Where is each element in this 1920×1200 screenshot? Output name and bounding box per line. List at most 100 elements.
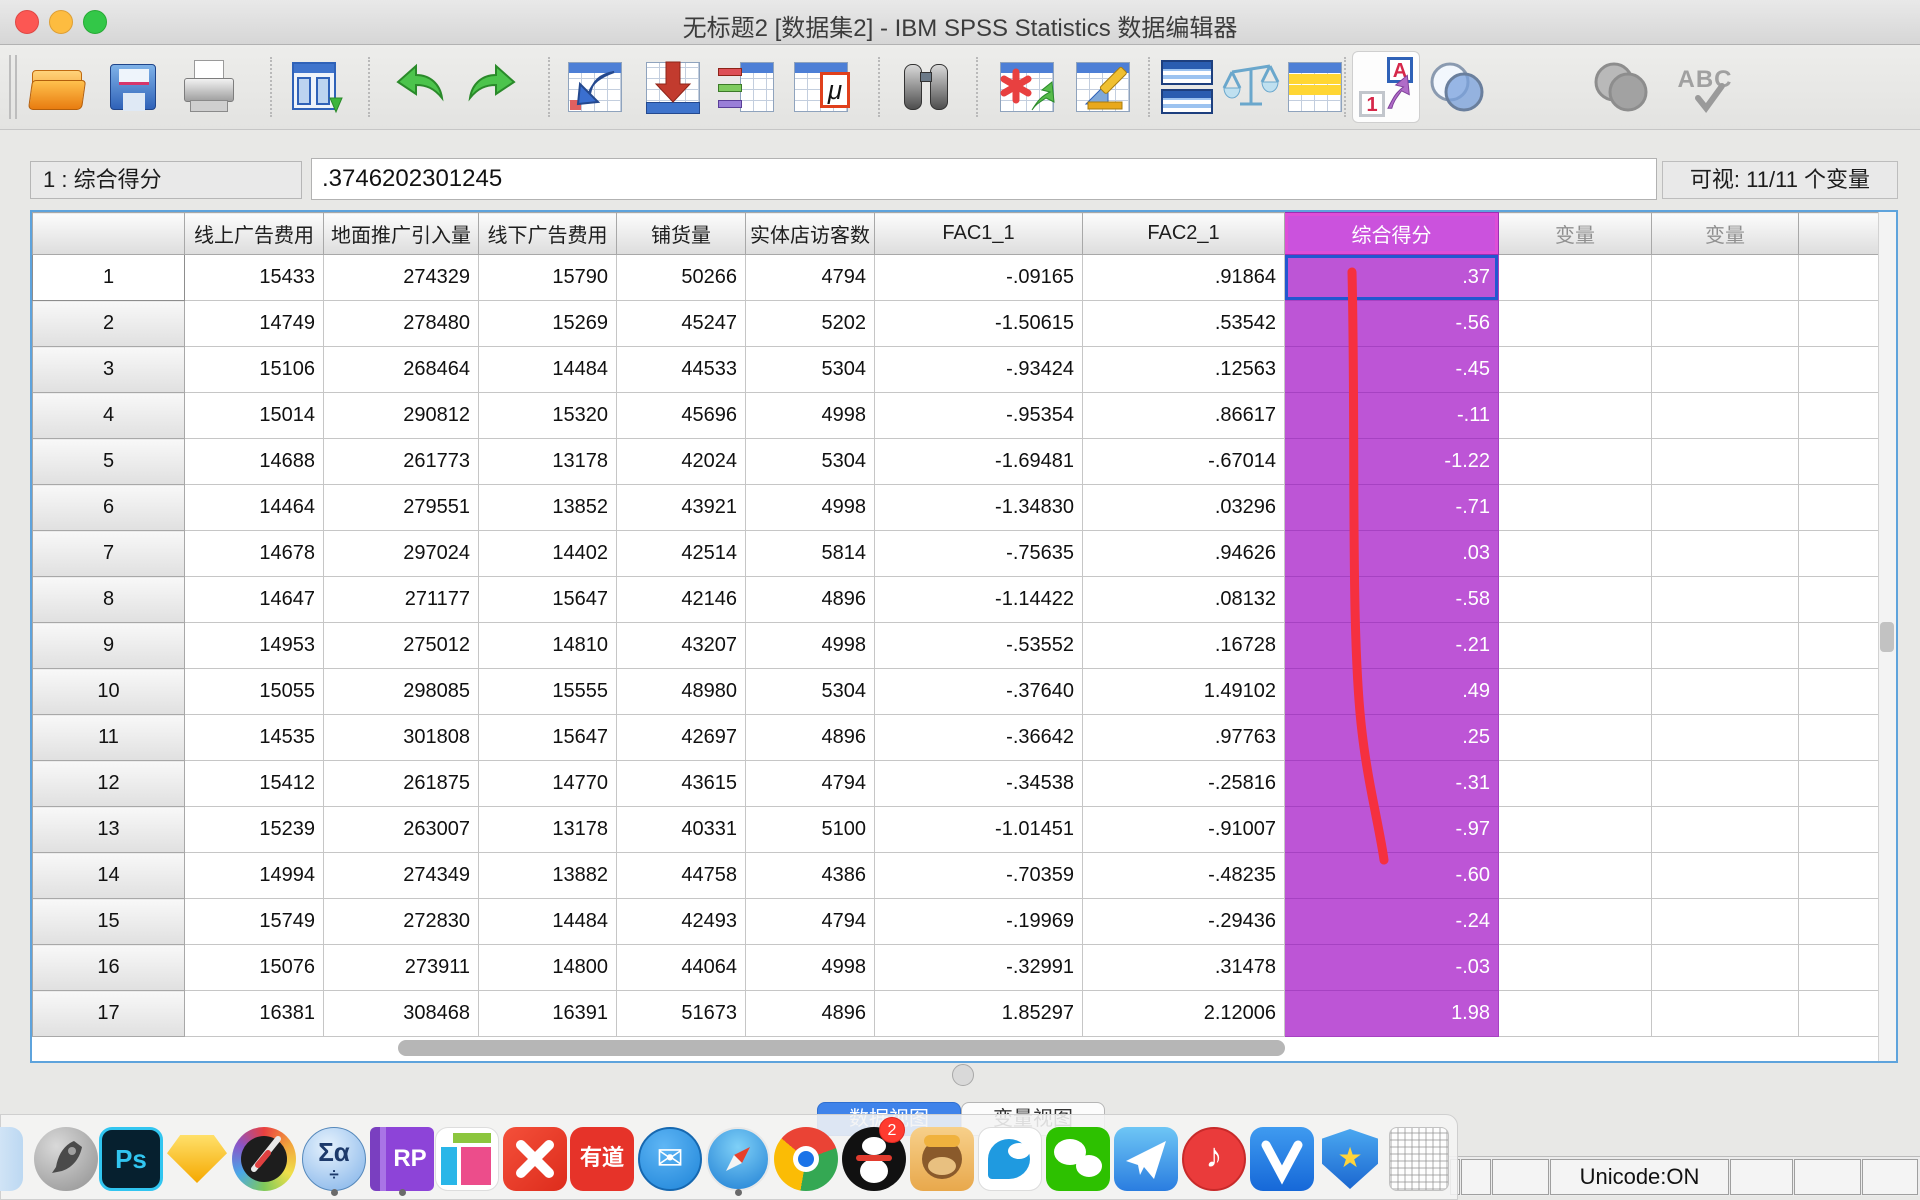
dock-chrome-icon[interactable] [774,1127,838,1191]
cell[interactable]: 4998 [746,945,875,991]
cell-score[interactable]: .03 [1285,531,1499,577]
cell-empty[interactable] [1499,991,1652,1037]
cell[interactable]: -1.34830 [875,485,1083,531]
cell[interactable]: 14464 [185,485,324,531]
cell[interactable]: 14749 [185,301,324,347]
row-number[interactable]: 3 [33,347,185,393]
cell[interactable]: 45696 [617,393,746,439]
dock-trash-icon[interactable] [1389,1127,1449,1191]
redo-button[interactable] [464,58,522,116]
cell[interactable]: -.53552 [875,623,1083,669]
row-number[interactable]: 7 [33,531,185,577]
vertical-scrollbar[interactable] [1878,212,1896,1061]
cell-empty[interactable] [1652,715,1799,761]
cell[interactable]: 16391 [479,991,617,1037]
cell[interactable]: .94626 [1083,531,1285,577]
dock-photoshop-icon[interactable]: Ps [99,1127,163,1191]
cell-empty[interactable] [1499,485,1652,531]
row-number[interactable]: 15 [33,899,185,945]
dock-color-picker-icon[interactable] [232,1127,296,1191]
cell[interactable]: 15647 [479,577,617,623]
cell[interactable]: -.19969 [875,899,1083,945]
cell[interactable]: 50266 [617,255,746,301]
cell[interactable]: .12563 [1083,347,1285,393]
cell[interactable]: -.37640 [875,669,1083,715]
cell[interactable]: -.95354 [875,393,1083,439]
cell[interactable]: 43921 [617,485,746,531]
dock-axure-rp-icon[interactable]: RP [370,1127,434,1191]
cell-empty[interactable] [1652,669,1799,715]
cell[interactable]: 14402 [479,531,617,577]
cell[interactable]: 1.49102 [1083,669,1285,715]
print-button[interactable] [180,58,238,116]
col-header-var-placeholder[interactable]: 变量 [1652,213,1799,255]
cell[interactable]: .86617 [1083,393,1285,439]
cell-empty[interactable] [1652,393,1799,439]
cell[interactable]: 15790 [479,255,617,301]
insert-cases-button[interactable] [998,58,1056,116]
cell[interactable]: 13852 [479,485,617,531]
cell[interactable]: -.09165 [875,255,1083,301]
cell[interactable]: 5202 [746,301,875,347]
cell[interactable]: 297024 [324,531,479,577]
cell[interactable]: 279551 [324,485,479,531]
cell-score[interactable]: -.45 [1285,347,1499,393]
cell-editor-field[interactable]: .3746202301245 [311,158,1657,200]
pane-splitter-knob[interactable] [952,1064,974,1086]
cell[interactable]: -.93424 [875,347,1083,393]
cell-empty[interactable] [1652,439,1799,485]
cell-score[interactable]: 1.98 [1285,991,1499,1037]
cell[interactable]: 14810 [479,623,617,669]
cell[interactable]: 4896 [746,715,875,761]
cell[interactable]: 14484 [479,347,617,393]
cell[interactable]: 308468 [324,991,479,1037]
cell[interactable]: 15239 [185,807,324,853]
cell-empty[interactable] [1652,577,1799,623]
cell[interactable]: 278480 [324,301,479,347]
col-header-ground-promo[interactable]: 地面推广引入量 [324,213,479,255]
col-header-fac2[interactable]: FAC2_1 [1083,213,1285,255]
cell[interactable]: 15014 [185,393,324,439]
dock-modao-icon[interactable] [435,1127,499,1191]
cell[interactable]: .03296 [1083,485,1285,531]
row-number[interactable]: 1 [33,255,185,301]
col-header-offline-ad[interactable]: 线下广告费用 [479,213,617,255]
cell[interactable]: 4998 [746,393,875,439]
row-number[interactable]: 14 [33,853,185,899]
save-button[interactable] [104,58,162,116]
cell[interactable]: 14688 [185,439,324,485]
cell[interactable]: 4794 [746,899,875,945]
row-number[interactable]: 8 [33,577,185,623]
cell-empty[interactable] [1652,485,1799,531]
cell-empty[interactable] [1652,853,1799,899]
dock-safari-icon[interactable] [706,1127,770,1191]
cell[interactable]: 273911 [324,945,479,991]
goto-case-button[interactable] [566,58,624,116]
cell[interactable]: 263007 [324,807,479,853]
cell[interactable]: -.36642 [875,715,1083,761]
cell[interactable]: 15433 [185,255,324,301]
cell[interactable]: 15555 [479,669,617,715]
cell[interactable]: -1.01451 [875,807,1083,853]
cell-score[interactable]: -.97 [1285,807,1499,853]
cell[interactable]: 4896 [746,577,875,623]
cell[interactable]: 14953 [185,623,324,669]
cell[interactable]: 4998 [746,485,875,531]
cell[interactable]: 4386 [746,853,875,899]
toolbar-drag-handle[interactable] [9,55,17,119]
cell[interactable]: 4794 [746,255,875,301]
cell[interactable]: -.75635 [875,531,1083,577]
row-number[interactable]: 16 [33,945,185,991]
use-variable-sets-button[interactable] [1424,58,1488,116]
weight-cases-button[interactable] [1222,58,1280,116]
cell[interactable]: -.29436 [1083,899,1285,945]
cell-empty[interactable] [1499,807,1652,853]
cell[interactable]: 13178 [479,439,617,485]
cell[interactable]: 15647 [479,715,617,761]
cell[interactable]: 261875 [324,761,479,807]
cell-score[interactable]: .37 [1285,255,1499,301]
dock-youdao-icon[interactable]: 有道 [570,1127,634,1191]
cell[interactable]: 298085 [324,669,479,715]
dock-music-app-icon[interactable]: ♪ [1182,1127,1246,1191]
dock-launchpad-icon[interactable] [34,1127,98,1191]
